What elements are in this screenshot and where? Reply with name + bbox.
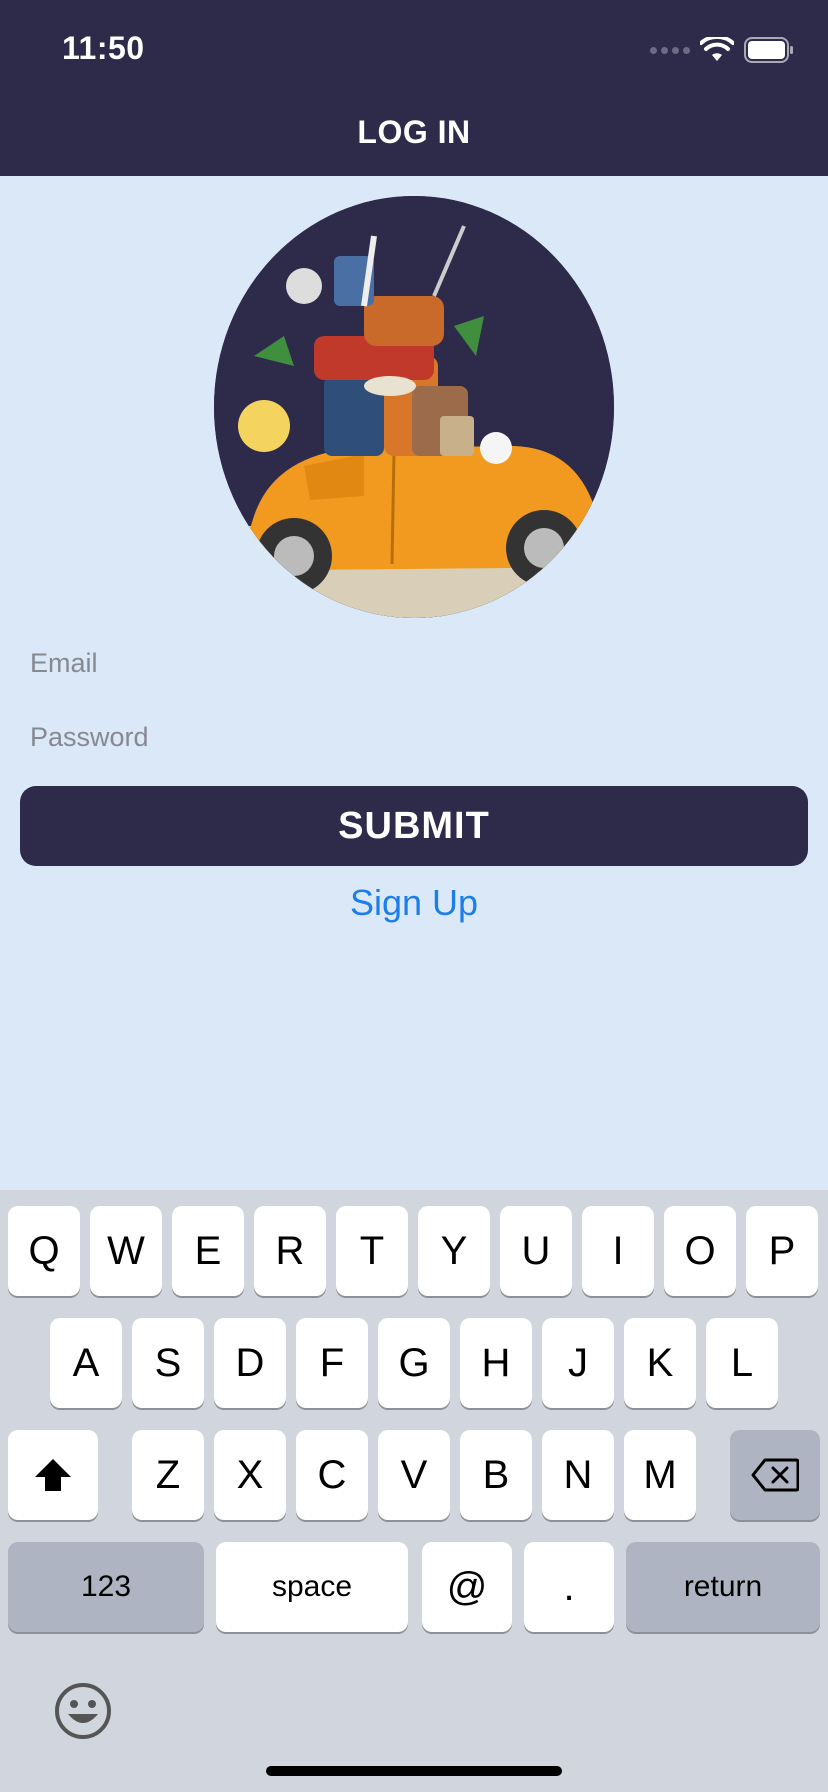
- key-j[interactable]: J: [542, 1318, 614, 1408]
- password-field-wrap: [30, 722, 790, 753]
- key-p[interactable]: P: [746, 1206, 818, 1296]
- page-title: LOG IN: [357, 114, 471, 150]
- submit-button[interactable]: SUBMIT: [20, 786, 808, 866]
- onscreen-keyboard: Q W E R T Y U I O P A S D F G H J K L Z …: [0, 1190, 828, 1792]
- key-g[interactable]: G: [378, 1318, 450, 1408]
- space-key[interactable]: space: [216, 1542, 408, 1632]
- key-x[interactable]: X: [214, 1430, 286, 1520]
- key-s[interactable]: S: [132, 1318, 204, 1408]
- signup-link[interactable]: Sign Up: [0, 882, 828, 924]
- key-q[interactable]: Q: [8, 1206, 80, 1296]
- email-input[interactable]: [30, 648, 790, 679]
- key-k[interactable]: K: [624, 1318, 696, 1408]
- key-c[interactable]: C: [296, 1430, 368, 1520]
- key-e[interactable]: E: [172, 1206, 244, 1296]
- key-o[interactable]: O: [664, 1206, 736, 1296]
- status-time: 11:50: [62, 30, 145, 66]
- wifi-icon: [700, 37, 734, 61]
- key-u[interactable]: U: [500, 1206, 572, 1296]
- key-y[interactable]: Y: [418, 1206, 490, 1296]
- key-v[interactable]: V: [378, 1430, 450, 1520]
- shift-icon: [35, 1459, 71, 1491]
- key-n[interactable]: N: [542, 1430, 614, 1520]
- logo-image: [214, 196, 614, 618]
- home-indicator[interactable]: [266, 1766, 562, 1776]
- key-b[interactable]: B: [460, 1430, 532, 1520]
- backspace-icon: [751, 1458, 799, 1492]
- status-icons: [650, 36, 794, 64]
- password-input[interactable]: [30, 722, 790, 753]
- key-d[interactable]: D: [214, 1318, 286, 1408]
- key-f[interactable]: F: [296, 1318, 368, 1408]
- key-l[interactable]: L: [706, 1318, 778, 1408]
- cellular-signal-icon: [650, 46, 690, 54]
- key-a[interactable]: A: [50, 1318, 122, 1408]
- shift-key[interactable]: [8, 1430, 98, 1520]
- email-field-wrap: [30, 648, 790, 679]
- dot-key[interactable]: .: [524, 1542, 614, 1632]
- key-h[interactable]: H: [460, 1318, 532, 1408]
- numbers-key[interactable]: 123: [8, 1542, 204, 1632]
- backspace-key[interactable]: [730, 1430, 820, 1520]
- key-m[interactable]: M: [624, 1430, 696, 1520]
- at-key[interactable]: @: [422, 1542, 512, 1632]
- key-i[interactable]: I: [582, 1206, 654, 1296]
- emoji-icon[interactable]: [54, 1682, 112, 1740]
- key-r[interactable]: R: [254, 1206, 326, 1296]
- battery-icon: [744, 37, 793, 63]
- return-key[interactable]: return: [626, 1542, 820, 1632]
- key-t[interactable]: T: [336, 1206, 408, 1296]
- top-bar: 11:50 LOG IN: [0, 0, 828, 176]
- key-w[interactable]: W: [90, 1206, 162, 1296]
- key-z[interactable]: Z: [132, 1430, 204, 1520]
